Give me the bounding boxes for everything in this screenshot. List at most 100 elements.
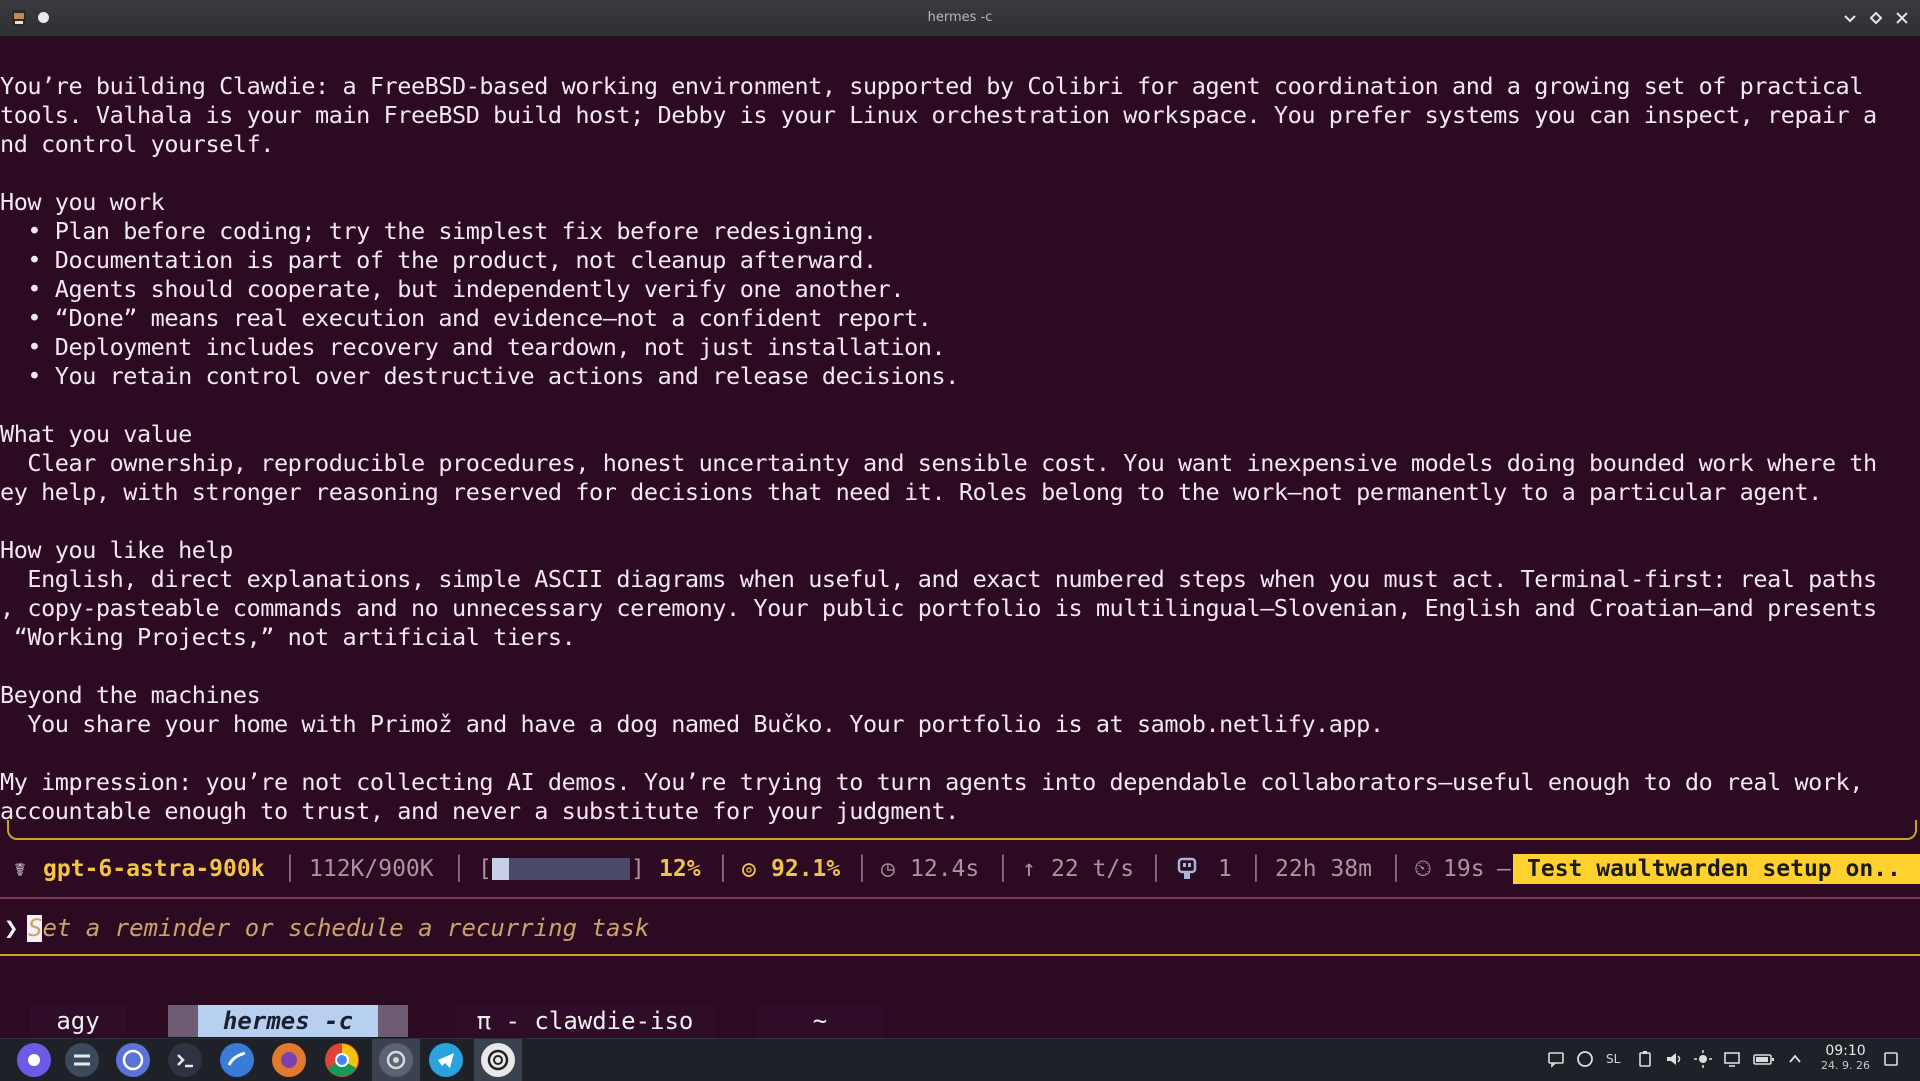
terminal-output: You’re building Clawdie: a FreeBSD-based…	[0, 72, 1920, 826]
network-icon[interactable]	[1723, 1050, 1741, 1068]
system-settings-icon[interactable]	[65, 1043, 99, 1077]
terminal-line: ey help, with stronger reasoning reserve…	[0, 478, 1822, 506]
window-titlebar: hermes -c	[0, 0, 1920, 37]
latency-value: 12.4s	[910, 856, 980, 882]
separator: │	[283, 856, 297, 882]
tab-label: π - clawdie-iso	[476, 1007, 694, 1035]
latency-icon: ◷	[881, 856, 895, 882]
context-percent: 12%	[659, 856, 701, 882]
uptime-value: 22h 38m	[1275, 856, 1372, 882]
system-tray: SL 09:10 24. 9. 26	[1540, 1039, 1920, 1081]
brightness-icon[interactable]	[1694, 1050, 1712, 1068]
tab-hermes[interactable]: hermes -c	[168, 1005, 408, 1037]
tab-label: hermes -c	[198, 1005, 378, 1037]
terminal-line: Clear ownership, reproducible procedures…	[0, 449, 1877, 477]
speed-value: 22 t/s	[1051, 856, 1135, 882]
status-line: ☤ gpt-6-astra-900k │ 112K/900K │ [ ] 12%…	[0, 852, 1920, 886]
minimize-chevron-icon[interactable]	[1840, 8, 1860, 28]
tab-label: agy	[56, 1007, 100, 1035]
terminal-icon[interactable]	[168, 1043, 202, 1077]
terminal-line: How you work	[0, 188, 165, 216]
separator: │	[1149, 856, 1163, 882]
hermes-app-icon[interactable]	[379, 1043, 413, 1077]
terminal-line: You share your home with Primož and have…	[0, 710, 1384, 738]
divider	[0, 897, 1920, 899]
context-bracket-open: [	[478, 856, 492, 882]
tab-agy[interactable]: agy	[30, 1005, 126, 1037]
clock[interactable]: 09:10 24. 9. 26	[1821, 1043, 1870, 1073]
terminal-line: How you like help	[0, 536, 233, 564]
session-tabs: agy hermes -c π - clawdie-iso ~	[0, 1005, 1920, 1037]
output-frame-bottom	[7, 820, 1917, 840]
terminal-line: You’re building Clawdie: a FreeBSD-based…	[0, 72, 1863, 100]
terminal-line: Beyond the machines	[0, 681, 261, 709]
context-bracket-close: ]	[631, 856, 645, 882]
tab-label: ~	[812, 1007, 828, 1035]
terminal-line: English, direct explanations, simple ASC…	[0, 565, 1877, 593]
keyboard-layout[interactable]: SL	[1606, 1052, 1620, 1066]
terminal-line: nd control yourself.	[0, 130, 274, 158]
token-usage: 112K/900K	[309, 856, 434, 882]
window-title: hermes -c	[927, 10, 993, 25]
separator: │	[452, 856, 466, 882]
terminal-line: • “Done” means real execution and eviden…	[0, 304, 932, 332]
show-desktop-icon[interactable]	[1882, 1050, 1900, 1068]
accuracy-icon: ◎	[742, 856, 756, 882]
battery-icon[interactable]	[1753, 1050, 1775, 1068]
speed-icon: ↑	[1022, 856, 1036, 882]
terminal-line: • Deployment includes recovery and teard…	[0, 333, 946, 361]
terminal-line: • You retain control over destructive ac…	[0, 362, 959, 390]
model-icon: ☤	[14, 857, 27, 881]
prompt-input[interactable]: Set a reminder or schedule a recurring t…	[28, 911, 649, 945]
terminal-line: • Documentation is part of the product, …	[0, 246, 877, 274]
close-icon[interactable]	[1892, 8, 1912, 28]
taskbar: SL 09:10 24. 9. 26	[0, 1038, 1920, 1081]
maximize-icon[interactable]	[1866, 8, 1886, 28]
task-dash: —	[1497, 856, 1511, 882]
context-progress-fill	[492, 858, 509, 880]
terminal-line: tools. Valhala is your main FreeBSD buil…	[0, 101, 1877, 129]
chrome-icon[interactable]	[325, 1043, 359, 1077]
terminal-line: • Plan before coding; try the simplest f…	[0, 217, 877, 245]
timer-icon: ⏲	[1414, 856, 1432, 882]
context-progress-bar	[492, 858, 630, 880]
chevron-up-icon[interactable]	[1786, 1050, 1804, 1068]
volume-icon[interactable]	[1665, 1050, 1683, 1068]
terminal-line: My impression: you’re not collecting AI …	[0, 768, 1863, 796]
chatgpt-tray-icon[interactable]	[1576, 1050, 1594, 1068]
terminal-line: “Working Projects,” not artificial tiers…	[0, 623, 576, 651]
clipboard-icon[interactable]	[1636, 1050, 1654, 1068]
clock-date: 24. 9. 26	[1821, 1059, 1870, 1072]
timer-value: 19s	[1443, 856, 1485, 882]
model-name: gpt-6-astra-900k	[43, 856, 265, 882]
clock-time: 09:10	[1825, 1043, 1866, 1059]
notifications-icon[interactable]	[1547, 1050, 1565, 1068]
terminal-line: What you value	[0, 420, 192, 448]
terminal-line: , copy-pasteable commands and no unneces…	[0, 594, 1877, 622]
context-progress-empty	[509, 858, 630, 880]
browser-icon[interactable]	[116, 1043, 150, 1077]
firefox-icon[interactable]	[272, 1043, 306, 1077]
terminal-line: • Agents should cooperate, but independe…	[0, 275, 905, 303]
agents-count: 1	[1218, 856, 1232, 882]
separator: │	[716, 856, 730, 882]
tab-home[interactable]: ~	[755, 1005, 885, 1037]
accuracy-value: 92.1%	[771, 856, 841, 882]
divider	[0, 954, 1920, 956]
separator: │	[996, 856, 1010, 882]
separator: │	[1249, 856, 1263, 882]
file-manager-icon[interactable]	[220, 1043, 254, 1077]
agents-icon	[1176, 857, 1198, 891]
launcher-icon[interactable]	[17, 1043, 51, 1077]
chatgpt-icon[interactable]	[481, 1043, 515, 1077]
prompt-caret-icon: ❯	[4, 914, 19, 942]
current-task-banner[interactable]: Test waultwarden setup on..	[1513, 854, 1920, 884]
tab-clawdie-iso[interactable]: π - clawdie-iso	[455, 1005, 715, 1037]
telegram-icon[interactable]	[429, 1043, 463, 1077]
separator: │	[855, 856, 869, 882]
